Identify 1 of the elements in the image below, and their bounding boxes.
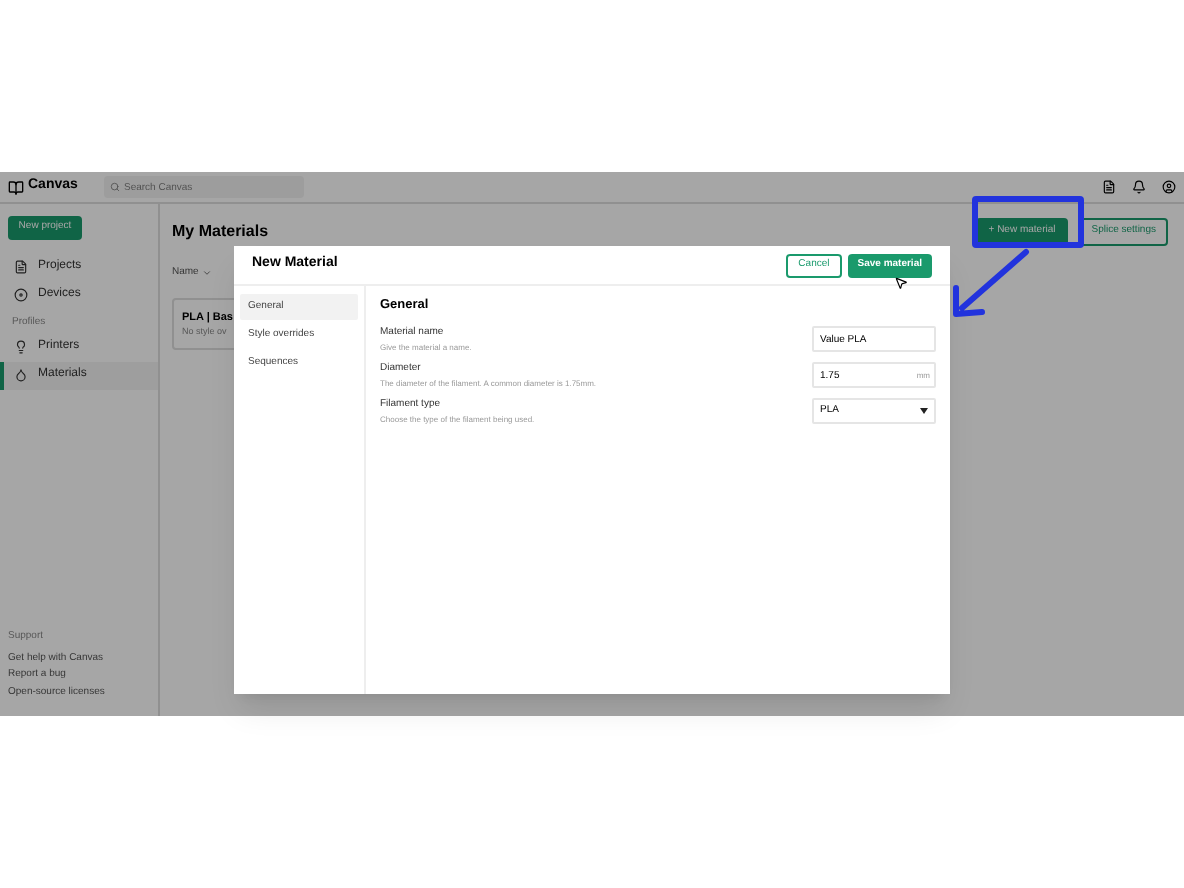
page-title: My Materials: [172, 220, 269, 244]
